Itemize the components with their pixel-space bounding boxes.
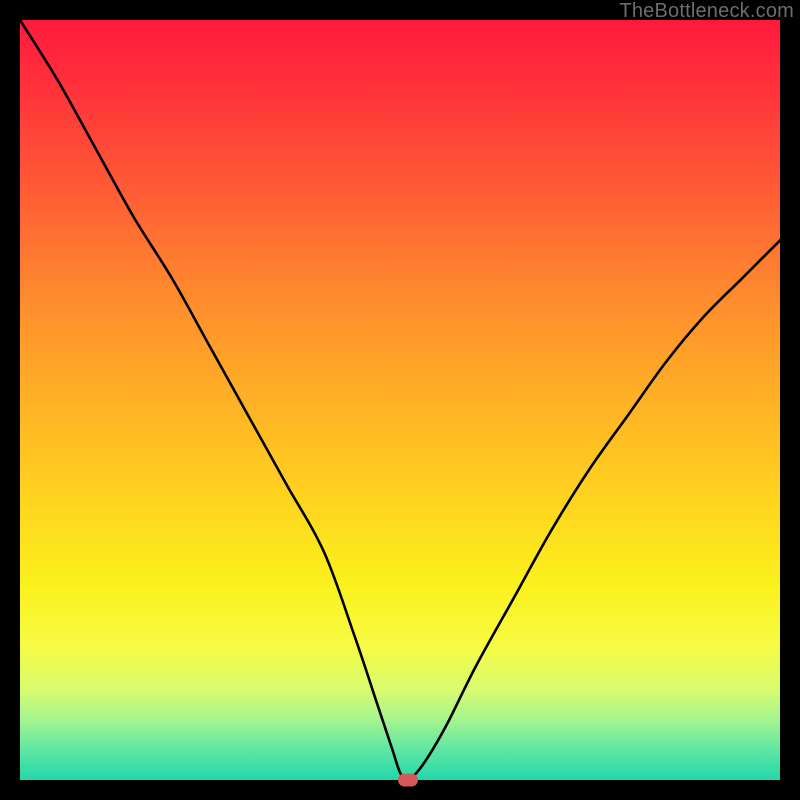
bottleneck-curve (20, 20, 780, 780)
watermark-text: TheBottleneck.com (619, 0, 794, 23)
bottleneck-marker (398, 774, 418, 787)
chart-plot-area (20, 20, 780, 780)
chart-frame: TheBottleneck.com (0, 0, 800, 800)
